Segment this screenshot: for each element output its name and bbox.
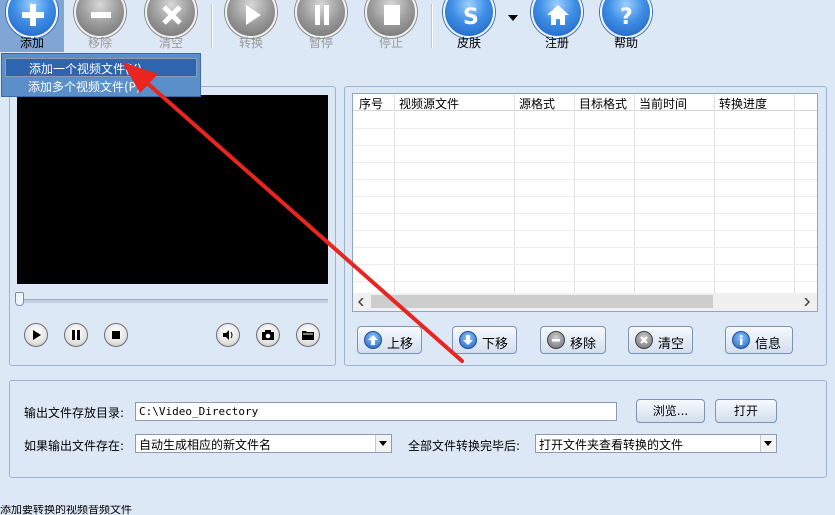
folder-icon [302,331,314,340]
help-button[interactable]: ? 帮助 [594,0,658,52]
scroll-left-icon[interactable] [358,298,364,306]
pause-icon [72,330,80,340]
column-index[interactable]: 序号 [359,95,383,112]
clear-label: 清空 [158,36,183,50]
add-dropdown-menu: 添加一个视频文件(Y) 添加多个视频文件(P) [1,53,201,97]
snapshot-button[interactable] [256,323,280,347]
file-list-header: 序号 视频源文件 源格式 目标格式 当前时间 转换进度 [353,94,817,112]
arrow-down-icon [459,331,477,349]
convert-label: 转换 [238,36,263,50]
chevron-down-icon[interactable] [375,435,391,452]
after-convert-value: 打开文件夹查看转换的文件 [539,438,684,452]
pause-toolbar-button[interactable]: 暂停 [289,0,353,52]
minus-icon [547,331,565,349]
move-up-button[interactable]: 上移 [357,326,422,354]
clear-list-label: 清空 [658,337,685,352]
file-exists-value: 自动生成相应的新文件名 [139,438,272,452]
status-bar: 添加要转换的视频音频文件 [0,505,835,515]
speaker-icon [223,330,233,340]
pause-label: 暂停 [308,36,333,50]
stop-toolbar-button[interactable]: 停止 [359,0,423,52]
skin-icon: S [443,0,495,38]
pause-button[interactable] [64,323,88,347]
play-icon [33,330,41,340]
column-current-time[interactable]: 当前时间 [639,95,687,112]
open-button[interactable]: 打开 [715,399,777,423]
register-button[interactable]: 注册 [525,0,589,52]
stop-label: 停止 [378,36,403,50]
column-target-format[interactable]: 目标格式 [579,95,627,112]
chevron-down-icon[interactable] [760,435,776,452]
move-down-label: 下移 [482,337,509,352]
column-source-file[interactable]: 视频源文件 [399,95,459,112]
scroll-right-icon[interactable] [804,298,810,306]
seek-slider-track[interactable] [17,299,328,303]
skin-button[interactable]: S 皮肤 [437,0,501,52]
stop-icon [365,0,417,38]
remove-label: 移除 [87,36,112,50]
scrollbar-thumb[interactable] [371,295,713,308]
camera-icon [262,330,274,340]
column-progress[interactable]: 转换进度 [719,95,767,112]
convert-button[interactable]: 转换 [219,0,283,52]
remove-toolbar-button[interactable]: 移除 [68,0,132,52]
info-icon [732,331,750,349]
add-button[interactable]: 添加 [0,0,64,52]
horizontal-scrollbar[interactable] [353,293,817,311]
seek-slider-thumb[interactable] [15,292,24,306]
add-icon [6,0,58,38]
column-source-format[interactable]: 源格式 [519,95,555,112]
menu-item-add-multiple[interactable]: 添加多个视频文件(P) [28,78,141,95]
video-preview [17,95,328,284]
after-convert-select[interactable]: 打开文件夹查看转换的文件 [535,434,777,453]
add-label: 添加 [19,36,44,50]
browse-button[interactable]: 浏览... [636,399,705,423]
file-exists-label: 如果输出文件存在: [24,439,125,453]
remove-list-button[interactable]: 移除 [540,326,606,354]
skin-label: 皮肤 [456,36,481,50]
status-text: 添加要转换的视频音频文件 [0,505,132,515]
move-up-label: 上移 [387,337,414,352]
file-exists-select[interactable]: 自动生成相应的新文件名 [135,434,392,453]
info-label: 信息 [755,337,782,352]
menu-item-add-single[interactable]: 添加一个视频文件(Y) [5,58,197,77]
help-icon: ? [600,0,652,38]
arrow-up-icon [364,331,382,349]
svg-text:S: S [463,5,479,28]
remove-list-label: 移除 [570,337,597,352]
svg-text:?: ? [620,5,633,28]
output-dir-label: 输出文件存放目录: [24,406,125,420]
volume-button[interactable] [216,323,240,347]
close-icon [635,331,653,349]
stop-icon [112,331,120,339]
register-label: 注册 [544,36,569,50]
play-icon [225,0,277,38]
stop-button[interactable] [104,323,128,347]
home-icon [531,0,583,38]
file-list[interactable]: 序号 视频源文件 源格式 目标格式 当前时间 转换进度 [352,93,818,312]
clear-list-button[interactable]: 清空 [628,326,693,354]
help-label: 帮助 [613,36,638,50]
toolbar: 添加 移除 清空 转换 暂停 停止 S 皮肤 注册 ? 帮助 [0,0,835,52]
output-settings-panel [9,380,827,478]
close-icon [145,0,197,38]
play-button[interactable] [24,323,48,347]
after-convert-label: 全部文件转换完毕后: [408,439,521,453]
output-dir-input[interactable] [135,402,617,421]
info-button[interactable]: 信息 [725,326,793,354]
minus-icon [74,0,126,38]
pause-icon [295,0,347,38]
move-down-button[interactable]: 下移 [452,326,517,354]
clear-toolbar-button[interactable]: 清空 [139,0,203,52]
open-folder-button[interactable] [296,323,320,347]
skin-dropdown-icon[interactable] [508,10,518,24]
